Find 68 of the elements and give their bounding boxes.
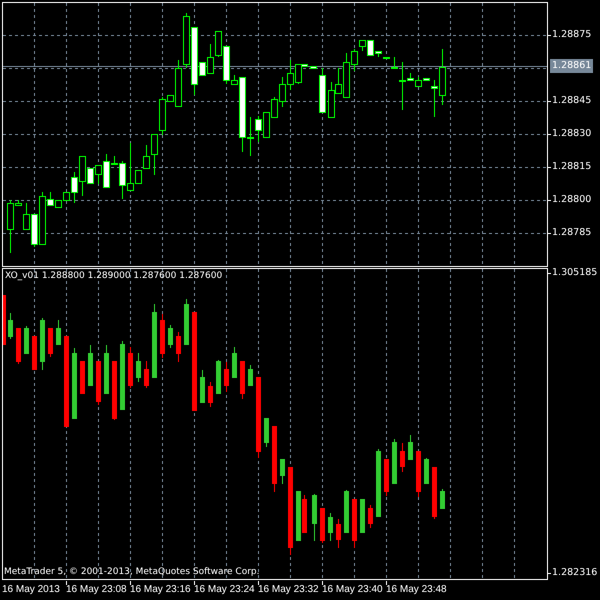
candlestick — [368, 504, 373, 528]
candlestick — [360, 498, 365, 534]
time-label: 16 May 23:24 — [194, 583, 255, 597]
candlestick — [168, 324, 173, 348]
candlestick — [176, 332, 181, 362]
candlestick — [48, 328, 53, 358]
candlestick — [32, 336, 37, 370]
candlestick — [88, 344, 93, 386]
candlestick — [96, 360, 101, 406]
axis-label: 1.28785 — [552, 226, 592, 240]
candlestick — [232, 346, 237, 378]
candlestick — [144, 360, 149, 388]
candlestick — [3, 294, 6, 346]
axis-label: 1.28800 — [552, 193, 592, 207]
candlestick — [376, 448, 381, 518]
candlestick — [216, 360, 221, 394]
candlestick — [208, 382, 213, 408]
candlestick — [319, 68, 326, 113]
indicator-legend: XO_v01 1.288800 1.289000 1.287600 1.287600 — [5, 271, 222, 281]
candlestick — [400, 442, 405, 472]
candlestick — [280, 458, 285, 484]
candlestick — [80, 360, 85, 394]
axis-label: 1.28830 — [552, 127, 592, 141]
candlestick — [344, 490, 349, 534]
candlestick — [272, 426, 277, 492]
candlestick — [320, 508, 325, 544]
candlestick — [248, 364, 253, 386]
time-label: 16 May 23:32 — [258, 583, 319, 597]
candlestick — [424, 458, 429, 484]
candlestick — [184, 298, 189, 346]
time-label: 16 May 23:40 — [322, 583, 383, 597]
time-label: 16 May 23:16 — [130, 583, 191, 597]
candlestick — [24, 326, 29, 354]
candlestick — [112, 360, 117, 420]
candlestick — [416, 450, 421, 498]
candlestick — [120, 340, 125, 410]
candlestick — [104, 344, 109, 394]
time-label: 16 May 23:08 — [66, 583, 127, 597]
candlestick — [136, 352, 141, 382]
candlestick — [328, 512, 333, 542]
candlestick — [16, 328, 21, 364]
candlestick — [408, 434, 413, 460]
candlestick — [72, 348, 77, 420]
candlestick — [200, 370, 205, 404]
axis-label: 1.282316 — [552, 566, 598, 580]
candlestick — [312, 494, 317, 542]
candlestick — [56, 320, 61, 346]
candlestick — [128, 346, 133, 388]
price-label: 1.28861 — [550, 59, 594, 73]
copyright-text: MetaTrader 5, © 2001-2013, MetaQuotes Software Corp. — [4, 567, 260, 577]
time-label: 16 May 2013 — [2, 583, 60, 597]
axis-label: 1.28845 — [552, 94, 592, 108]
candlestick — [8, 312, 13, 340]
candlestick — [336, 518, 341, 548]
axis-label: 1.305185 — [552, 266, 598, 280]
candlestick — [224, 362, 229, 392]
candlestick — [432, 466, 437, 520]
candlestick — [384, 458, 389, 496]
axis-label: 1.28815 — [552, 160, 592, 174]
candlestick — [40, 318, 45, 370]
candlestick — [240, 360, 245, 400]
candlestick — [440, 488, 445, 510]
candlestick — [352, 498, 357, 548]
axis-label: 1.28875 — [552, 28, 592, 42]
candlestick — [264, 418, 269, 448]
time-label: 16 May 23:48 — [386, 583, 447, 597]
candlestick — [392, 438, 397, 484]
candlestick — [160, 314, 165, 358]
